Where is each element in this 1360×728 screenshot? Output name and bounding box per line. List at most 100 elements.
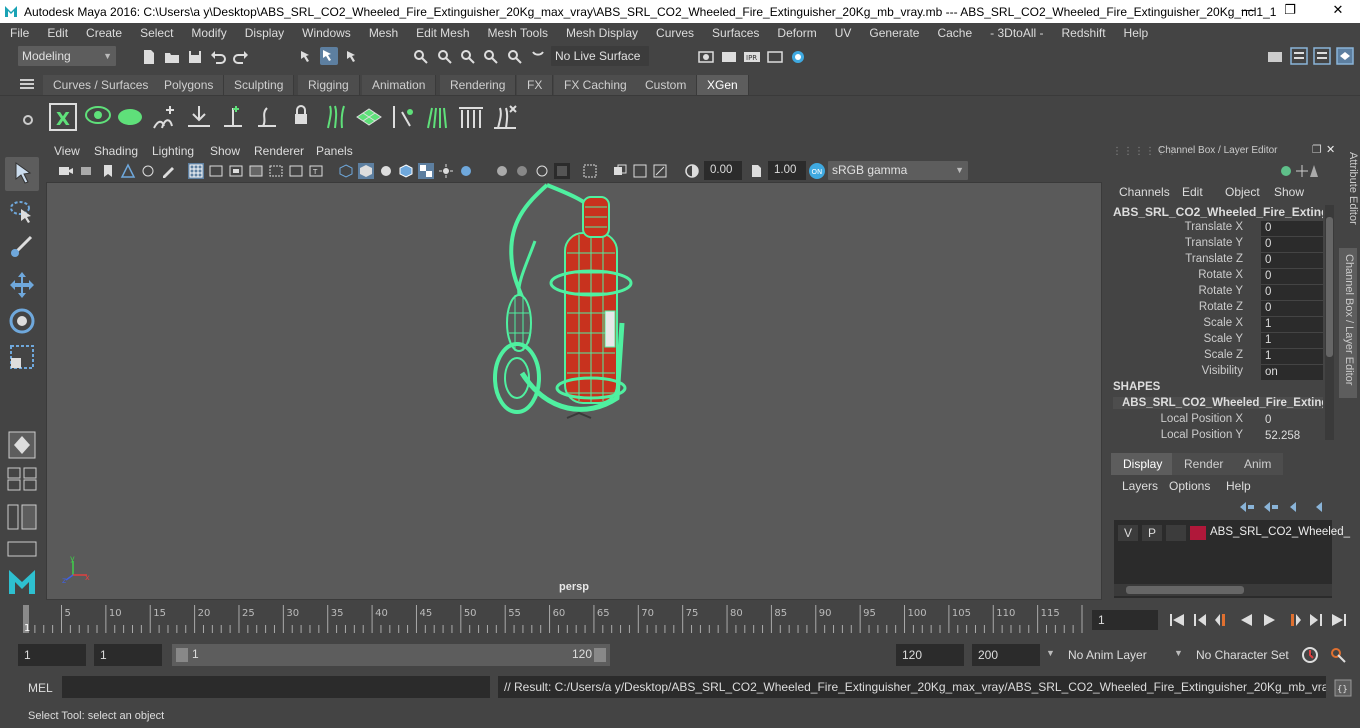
xgen-sculpt-guide-icon[interactable] xyxy=(252,102,282,132)
snap-curve-icon[interactable] xyxy=(436,48,454,66)
undo-icon[interactable] xyxy=(209,48,227,66)
four-view-layout-icon[interactable] xyxy=(5,466,39,492)
rotate-tool-icon[interactable] xyxy=(5,304,39,338)
script-editor-icon[interactable]: {} xyxy=(1334,679,1352,697)
attr-local-position-y[interactable]: Local Position Y 52.258 xyxy=(1113,429,1323,445)
anti-aliasing-icon[interactable] xyxy=(534,163,550,179)
channel-box-menu-channels[interactable]: Channels xyxy=(1119,185,1170,199)
layer-tab-anim[interactable]: Anim xyxy=(1232,453,1284,475)
xgen-mesh-grid-icon[interactable] xyxy=(354,102,384,132)
xgen-guide-lock-icon[interactable] xyxy=(286,102,316,132)
menu-windows[interactable]: Windows xyxy=(292,23,359,43)
select-component-icon[interactable] xyxy=(344,48,362,66)
redo-icon[interactable] xyxy=(232,48,250,66)
attr-translate-x[interactable]: Translate X 0 xyxy=(1113,221,1323,237)
xray-components-icon[interactable] xyxy=(652,163,668,179)
channel-box-scrollbar[interactable] xyxy=(1325,205,1334,440)
shelf-tab-animation[interactable]: Animation xyxy=(362,75,437,95)
xray-icon[interactable] xyxy=(612,163,628,179)
grid-toggle-icon[interactable] xyxy=(188,163,204,179)
gate-mask-icon[interactable] xyxy=(248,163,264,179)
channel-box-tool-icons[interactable] xyxy=(1280,163,1320,179)
save-scene-icon[interactable] xyxy=(186,48,204,66)
menu-mesh-display[interactable]: Mesh Display xyxy=(556,23,646,43)
menu-redshift[interactable]: Redshift xyxy=(1052,23,1114,43)
layer-tab-display[interactable]: Display xyxy=(1111,453,1175,475)
safe-title-icon[interactable]: T xyxy=(308,163,324,179)
step-forward-frame-icon[interactable] xyxy=(1284,612,1302,628)
shelf-tab-polygons[interactable]: Polygons xyxy=(154,75,225,95)
character-set-dropdown[interactable]: No Character Set xyxy=(1190,644,1292,666)
attr-rotate-y[interactable]: Rotate Y 0 xyxy=(1113,285,1323,301)
attr-visibility[interactable]: Visibility on xyxy=(1113,365,1323,381)
attr-value[interactable]: 0 xyxy=(1261,253,1323,268)
maya-home-icon[interactable] xyxy=(5,564,39,598)
new-scene-icon[interactable] xyxy=(140,48,158,66)
smooth-shading-icon[interactable] xyxy=(358,163,374,179)
float-panel-icon[interactable]: ❐ xyxy=(1312,143,1322,156)
outliner-layout-icon[interactable] xyxy=(5,502,39,532)
script-language-toggle[interactable]: MEL xyxy=(28,681,53,695)
attr-value[interactable]: 0 xyxy=(1261,413,1323,428)
grease-pencil-icon[interactable] xyxy=(160,163,176,179)
command-input[interactable] xyxy=(62,676,490,698)
attr-value[interactable]: 0 xyxy=(1261,285,1323,300)
layer-reference-toggle[interactable] xyxy=(1166,525,1186,541)
attribute-editor-toggle-icon[interactable] xyxy=(1290,47,1308,65)
range-slider[interactable]: 1 120 xyxy=(172,644,610,666)
depth-of-field-icon[interactable] xyxy=(554,163,570,179)
shelf-tab-fx-caching[interactable]: FX Caching xyxy=(554,75,638,95)
attr-value[interactable]: 0 xyxy=(1261,237,1323,252)
minimize-button[interactable]: — xyxy=(1238,2,1258,20)
color-space-dropdown[interactable]: sRGB gamma ▼ xyxy=(828,161,968,180)
step-back-frame-icon[interactable] xyxy=(1214,612,1232,628)
open-scene-icon[interactable] xyxy=(163,48,181,66)
playback-start-field[interactable]: 1 xyxy=(94,644,162,666)
xgen-place-guide-icon[interactable] xyxy=(218,102,248,132)
playback-end-field[interactable]: 120 xyxy=(896,644,964,666)
paint-select-tool-icon[interactable] xyxy=(5,231,39,265)
shelf-menu-icon[interactable] xyxy=(20,79,34,89)
attr-local-position-x[interactable]: Local Position X 0 xyxy=(1113,413,1323,429)
channel-box-toggle-icon[interactable] xyxy=(1336,47,1354,65)
field-chart-icon[interactable] xyxy=(268,163,284,179)
default-material-icon[interactable] xyxy=(378,163,394,179)
play-forward-icon[interactable] xyxy=(1260,612,1278,628)
wireframe-shading-icon[interactable] xyxy=(338,163,354,179)
layer-color-swatch[interactable] xyxy=(1190,526,1206,540)
gamma-field[interactable]: 1.00 xyxy=(768,161,806,180)
attr-value[interactable]: 0 xyxy=(1261,301,1323,316)
tool-settings-toggle-icon[interactable] xyxy=(1313,47,1331,65)
viewport-menu-view[interactable]: View xyxy=(54,144,80,158)
attr-rotate-x[interactable]: Rotate X 0 xyxy=(1113,269,1323,285)
channel-box-side-tab[interactable]: Channel Box / Layer Editor xyxy=(1339,248,1357,398)
isolate-select-icon[interactable] xyxy=(582,163,598,179)
maximize-button[interactable]: ❐ xyxy=(1280,2,1300,20)
ipr-render-icon[interactable]: IPR xyxy=(743,48,761,66)
resolution-gate-icon[interactable] xyxy=(228,163,244,179)
shelf-settings-gear-icon[interactable] xyxy=(22,114,34,126)
render-current-icon[interactable] xyxy=(720,48,738,66)
menu-uv[interactable]: UV xyxy=(825,23,860,43)
menu-mesh[interactable]: Mesh xyxy=(359,23,406,43)
layer-row[interactable]: V P ABS_SRL_CO2_Wheeled_ xyxy=(1118,525,1350,543)
range-slider-end-handle[interactable] xyxy=(594,648,606,662)
shelf-tab-curves-surfaces[interactable]: Curves / Surfaces xyxy=(43,75,160,95)
layer-name[interactable]: ABS_SRL_CO2_Wheeled_ xyxy=(1210,526,1350,538)
selected-object-name[interactable]: ABS_SRL_CO2_Wheeled_Fire_Extingui... xyxy=(1113,205,1323,219)
2d-pan-zoom-icon[interactable] xyxy=(140,163,156,179)
shelf-tab-rigging[interactable]: Rigging xyxy=(298,75,360,95)
attr-scale-y[interactable]: Scale Y 1 xyxy=(1113,333,1323,349)
go-to-end-icon[interactable] xyxy=(1330,612,1348,628)
render-view-icon[interactable] xyxy=(697,48,715,66)
time-slider[interactable]: 5 10 15 20 25 30 35 40 45 50 55 60 65 70 75 80 85 90 95 100… xyxy=(20,605,1086,635)
snap-point-icon[interactable] xyxy=(459,48,477,66)
menu-modify[interactable]: Modify xyxy=(181,23,234,43)
xgen-clump-icon[interactable] xyxy=(422,102,452,132)
shelf-tab-rendering[interactable]: Rendering xyxy=(440,75,517,95)
layer-menu-help[interactable]: Help xyxy=(1226,479,1251,493)
channel-box-menu-show[interactable]: Show xyxy=(1274,185,1304,199)
go-to-start-icon[interactable] xyxy=(1168,612,1186,628)
menu-deform[interactable]: Deform xyxy=(767,23,824,43)
modeling-toolkit-icon[interactable] xyxy=(1266,48,1284,66)
